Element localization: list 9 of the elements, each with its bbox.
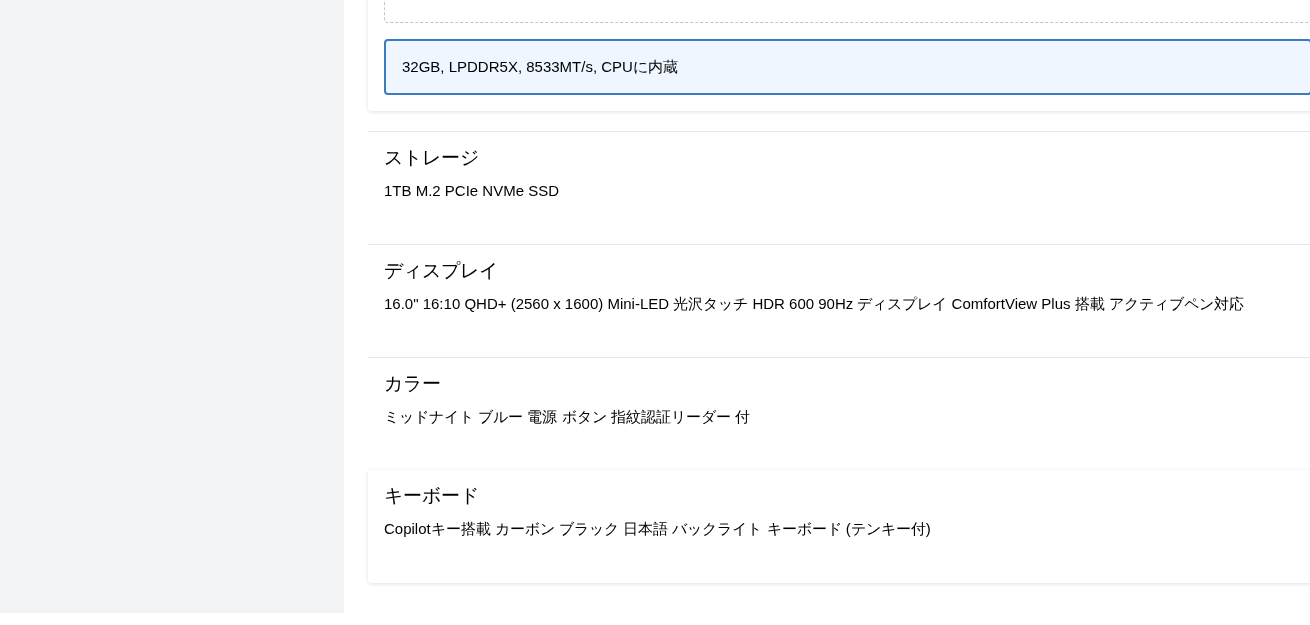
spec-title: カラー [384, 372, 442, 396]
spec-title: ディスプレイ [384, 259, 499, 283]
spec-value: ミッドナイト ブルー 電源 ボタン 指紋認証リーダー 付 [384, 407, 751, 427]
spec-title: ストレージ [384, 146, 480, 170]
option-item[interactable]: 32GB, LPDDR5X, 8533MT/s, CPUに内蔵 [384, 39, 1310, 95]
spec-value: Copilotキー搭載 カーボン ブラック 日本語 バックライト キーボード (テンキー付) [384, 519, 932, 539]
spec-title: キーボード [384, 484, 480, 508]
spec-value: 1TB M.2 PCIe NVMe SSD [384, 181, 561, 201]
spec-value: 16.0" 16:10 QHD+ (2560 x 1600) Mini-LED 光沢タッチ HDR 600 90Hz ディスプレイ ComfortView Plus 搭載 アクティブペン対応 [384, 294, 1245, 314]
